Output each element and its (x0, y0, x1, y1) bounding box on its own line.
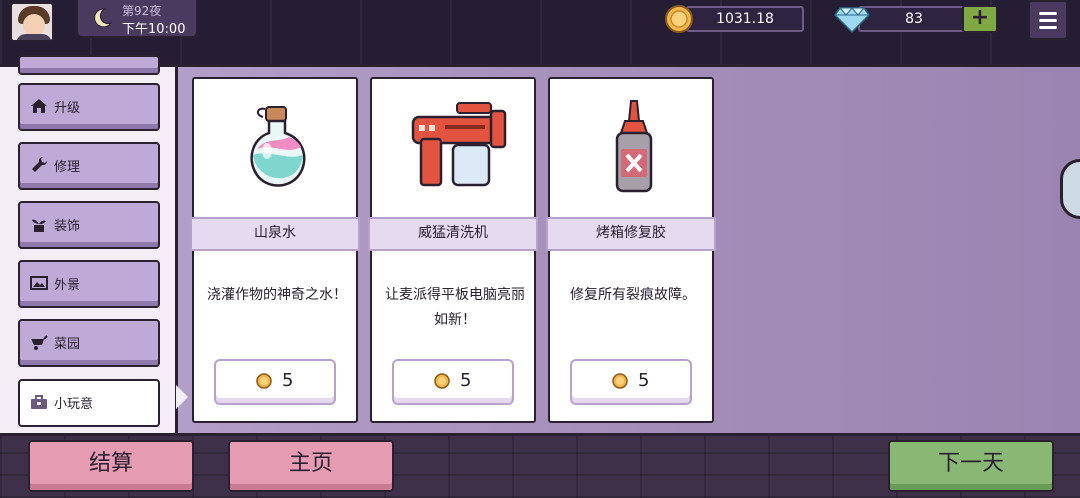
day-counter: 第92夜 (122, 4, 162, 18)
clock-time: 下午10:00 (122, 22, 186, 37)
item-price: 5 (638, 370, 650, 391)
sidebar-item-label: 小玩意 (54, 397, 94, 412)
toolbox-icon (31, 395, 47, 409)
buy-button[interactable]: 5 (392, 359, 514, 405)
shop-item-card[interactable]: 山泉水 浇灌作物的神奇之水！ 5 (190, 77, 360, 423)
sidebar-item-garden[interactable]: 菜园 (18, 319, 160, 367)
menu-button[interactable] (1028, 0, 1068, 40)
shop-panel: 升级 修理 装饰 外景 菜园 小玩意 山泉水 浇灌作物的神奇之水！ 5 威猛清洗… (0, 55, 1080, 436)
spray-gun-icon (411, 102, 507, 187)
day-time-panel: 第92夜 下午10:00 (76, 0, 198, 38)
item-description: 浇灌作物的神奇之水！ (207, 287, 347, 303)
glue-bottle-icon (615, 100, 653, 193)
sidebar-item-label: 装饰 (54, 219, 81, 234)
sidebar-item-decor[interactable]: 装饰 (18, 201, 160, 249)
wheelbarrow-icon (31, 335, 48, 350)
plant-icon (32, 219, 46, 232)
diamond-icon (834, 7, 870, 34)
item-name: 威猛清洗机 (368, 217, 538, 251)
coin-balance: 1031.18 (664, 2, 804, 36)
shop-item-card[interactable]: 威猛清洗机 让麦派得平板电脑亮丽如新！ 5 (368, 77, 538, 423)
moon-icon (94, 8, 113, 28)
item-name: 山泉水 (190, 217, 360, 251)
shop-category-sidebar: 升级 修理 装饰 外景 菜园 小玩意 (0, 55, 178, 433)
coin-icon (434, 373, 450, 389)
gem-amount: 83 (858, 6, 970, 32)
sidebar-item-label: 升级 (54, 101, 81, 116)
shop-item-card[interactable]: 烤箱修复胶 修复所有裂痕故障。 5 (546, 77, 716, 423)
coin-icon (612, 373, 628, 389)
buy-button[interactable]: 5 (570, 359, 692, 405)
potion-flask-icon (250, 106, 306, 187)
sidebar-item-exterior[interactable]: 外景 (18, 260, 160, 308)
settle-button[interactable]: 结算 (28, 440, 194, 492)
coin-icon (256, 373, 272, 389)
next-day-button[interactable]: 下一天 (888, 440, 1054, 492)
sidebar-item-repair[interactable]: 修理 (18, 142, 160, 190)
sidebar-item-label: 菜园 (54, 337, 81, 352)
active-tab-pointer (176, 385, 188, 409)
gem-balance: 83 + (834, 2, 1000, 36)
hamburger-icon (1039, 12, 1057, 15)
sidebar-item-partial[interactable] (18, 55, 160, 75)
coin-icon (665, 5, 693, 33)
item-price: 5 (282, 370, 294, 391)
player-avatar[interactable] (10, 2, 54, 42)
sidebar-item-upgrade[interactable]: 升级 (18, 83, 160, 131)
coin-amount: 1031.18 (686, 6, 804, 32)
sidebar-item-label: 修理 (54, 160, 81, 175)
sidebar-item-label: 外景 (54, 278, 81, 293)
sidebar-item-gadgets[interactable]: 小玩意 (18, 379, 160, 427)
landscape-icon (30, 276, 48, 290)
house-icon (31, 99, 47, 113)
item-description: 修复所有裂痕故障。 (570, 287, 696, 303)
item-name: 烤箱修复胶 (546, 217, 716, 251)
buy-gems-button[interactable]: + (962, 5, 998, 33)
item-description: 让麦派得平板电脑亮丽如新！ (385, 287, 525, 328)
home-button[interactable]: 主页 (228, 440, 394, 492)
buy-button[interactable]: 5 (214, 359, 336, 405)
item-price: 5 (460, 370, 472, 391)
side-scroll-handle[interactable] (1060, 159, 1080, 219)
wrench-icon (32, 156, 48, 172)
